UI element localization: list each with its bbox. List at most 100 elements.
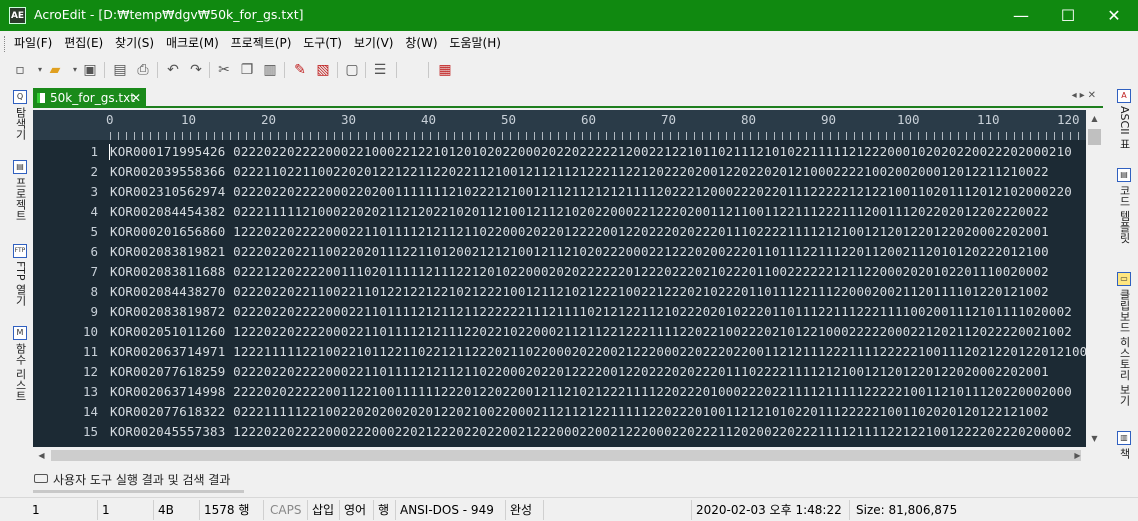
title-bar: AE AcroEdit - [D:₩temp₩dgv₩50k_for_gs.tx… — [0, 0, 1138, 31]
menu-grip — [4, 36, 7, 52]
text-line[interactable]: KOR002063714998 222202022222001122100111… — [110, 384, 1072, 399]
line-number: 7 — [90, 264, 98, 279]
vertical-scroll-thumb[interactable] — [1088, 129, 1101, 145]
status-column: 1 — [98, 500, 154, 520]
line-number: 8 — [90, 284, 98, 299]
scroll-up-icon[interactable]: ▲ — [1086, 110, 1103, 127]
ruler-label: 60 — [581, 112, 597, 127]
ruler-label: 80 — [741, 112, 757, 127]
ruler-label: 70 — [661, 112, 677, 127]
line-number: 2 — [90, 164, 98, 179]
save-icon[interactable]: ▣ — [80, 60, 100, 80]
open-folder-icon[interactable]: ▰ — [45, 60, 65, 80]
ascii-icon: A — [1117, 89, 1131, 103]
text-line[interactable]: KOR002051011260 122202202222000221101111… — [110, 324, 1072, 339]
status-datetime: 2020-02-03 오후 1:48:22 — [692, 500, 850, 520]
toolbar: ▫ ▾ ▰ ▾ ▣ ▤ ⎙ ↶ ↷ ✂ ❐ ▥ ✎ ▧ ▢ ☰ ▦ — [0, 56, 1138, 84]
horizontal-scroll-thumb[interactable] — [51, 450, 1081, 461]
document-icon[interactable]: ▢ — [342, 60, 362, 80]
sidebar-tab-ftp[interactable]: FTP FTP 열기 — [8, 244, 28, 306]
menu-window[interactable]: 창(W) — [401, 31, 441, 56]
sidebar-tab-clipboard-history[interactable]: ▭ 클립보드 히스토리 보기 — [1112, 272, 1132, 406]
tab-50k-for-gs[interactable]: 50k_for_gs.txt ✕ — [33, 88, 146, 108]
text-line[interactable]: KOR002084438270 022202202211002211012212… — [110, 284, 1049, 299]
menu-bar: 파일(F) 편집(E) 찾기(S) 매크로(M) 프로젝트(P) 도구(T) 보… — [0, 31, 1138, 56]
status-insert-mode[interactable]: 삽입 — [308, 500, 340, 520]
sidebar-tab-project[interactable]: ▤ 프로젝트 — [8, 160, 28, 221]
cut-icon[interactable]: ✂ — [214, 60, 234, 80]
status-encoding[interactable]: ANSI-DOS - 949 — [396, 500, 506, 520]
menu-project[interactable]: 프로젝트(P) — [227, 31, 296, 56]
text-line[interactable]: KOR002077618259 022202202222000221101111… — [110, 364, 1049, 379]
text-editor[interactable]: 0 10 20 30 40 50 60 70 80 90 100 110 120… — [33, 110, 1103, 447]
column-ruler: 0 10 20 30 40 50 60 70 80 90 100 110 120 — [33, 110, 1086, 140]
calendar-icon[interactable]: ▦ — [435, 60, 455, 80]
sidebar-tab-function-list[interactable]: M 함수 리스트 — [8, 326, 28, 402]
ruler-ticks — [110, 132, 1086, 140]
text-line[interactable]: KOR000201656860 122202202222000221101111… — [110, 224, 1049, 239]
line-number-gutter: 1 2 3 4 5 6 7 8 9 10 11 12 13 14 15 — [33, 140, 103, 447]
new-file-icon[interactable]: ▫ — [10, 60, 30, 80]
close-button[interactable]: ✕ — [1091, 0, 1137, 31]
text-line[interactable]: KOR002084454382 022211111210002202021121… — [110, 204, 1049, 219]
sidebar-tab-book[interactable]: ▥책 — [1112, 431, 1132, 459]
text-file-icon — [37, 93, 45, 103]
text-line[interactable]: KOR002083811688 022212202222001110201111… — [110, 264, 1049, 279]
menu-file[interactable]: 파일(F) — [10, 31, 56, 56]
text-area[interactable]: KOR000171995426 022202202222000221000221… — [108, 140, 1086, 447]
output-panel-label: 사용자 도구 실행 결과 및 검색 결과 — [53, 473, 231, 487]
text-line[interactable]: KOR002077618322 022211111221002202020020… — [110, 404, 1049, 419]
text-line[interactable]: KOR000171995426 022202202222000221000221… — [110, 144, 1072, 159]
minimize-button[interactable]: — — [998, 0, 1044, 31]
menu-tools[interactable]: 도구(T) — [299, 31, 346, 56]
horizontal-scrollbar[interactable]: ◀ ▶ — [33, 447, 1103, 464]
tab-label: 50k_for_gs.txt — [50, 91, 135, 105]
sidebar-tab-label: 함수 리스트 — [14, 343, 27, 402]
maximize-button[interactable]: ☐ — [1045, 0, 1091, 31]
sidebar-tab-explorer[interactable]: Q 탐색기 — [8, 90, 28, 140]
highlight-icon[interactable]: ✎ — [290, 60, 310, 80]
sidebar-tab-ascii[interactable]: A ASCII 표 — [1112, 89, 1132, 149]
line-number: 14 — [82, 404, 98, 419]
menu-view[interactable]: 보기(V) — [350, 31, 398, 56]
text-line[interactable]: KOR002310562974 022202202222000220200111… — [110, 184, 1072, 199]
scroll-left-icon[interactable]: ◀ — [33, 447, 50, 464]
menu-help[interactable]: 도움말(H) — [445, 31, 505, 56]
text-line[interactable]: KOR002039558366 022211022110022020122122… — [110, 164, 1049, 179]
redo-icon[interactable]: ↷ — [186, 60, 206, 80]
print-preview-icon[interactable]: ▤ — [110, 60, 130, 80]
status-empty — [544, 500, 692, 520]
status-caps: CAPS — [266, 500, 308, 520]
copy-icon[interactable]: ❐ — [237, 60, 257, 80]
sidebar-tab-code-template[interactable]: ▤ 코드 템플릿 — [1112, 168, 1132, 244]
ruler-label: 110 — [977, 112, 1000, 127]
list-icon[interactable]: ☰ — [370, 60, 390, 80]
text-line[interactable]: KOR002083819872 022202202222000221101111… — [110, 304, 1072, 319]
close-tab-icon[interactable]: ✕ — [131, 88, 141, 108]
undo-icon[interactable]: ↶ — [163, 60, 183, 80]
bookmark-icon[interactable]: ▧ — [313, 60, 333, 80]
status-file-size: Size: 81,806,875 — [856, 503, 958, 517]
scroll-down-icon[interactable]: ▼ — [1086, 430, 1103, 447]
scroll-right-icon[interactable]: ▶ — [1069, 447, 1086, 464]
paste-icon[interactable]: ▥ — [260, 60, 280, 80]
menu-edit[interactable]: 편집(E) — [60, 31, 107, 56]
ftp-icon: FTP — [13, 244, 27, 258]
toolbar-separator — [104, 62, 105, 78]
status-line-mode: 행 — [374, 500, 396, 520]
print-icon[interactable]: ⎙ — [133, 60, 153, 80]
line-number: 9 — [90, 304, 98, 319]
ruler-label: 120 — [1057, 112, 1080, 127]
magnifier-icon: Q — [13, 90, 27, 104]
vertical-scrollbar[interactable]: ▲ ▼ — [1086, 110, 1103, 447]
text-line[interactable]: KOR002063714971 122211111221002210112211… — [110, 344, 1086, 359]
tab-scroll-arrows[interactable]: ◂▸✕ — [1072, 90, 1099, 101]
menu-macro[interactable]: 매크로(M) — [162, 31, 223, 56]
toolbar-separator — [428, 62, 429, 78]
menu-find[interactable]: 찾기(S) — [111, 31, 158, 56]
sidebar-tab-label: 프로젝트 — [14, 177, 27, 221]
output-panel-tab[interactable]: 사용자 도구 실행 결과 및 검색 결과 — [33, 466, 1103, 494]
text-line[interactable]: KOR002045557383 122202202222000222000220… — [110, 424, 1072, 439]
status-line-count: 1578 행 — [200, 500, 264, 520]
text-line[interactable]: KOR002083819821 022202202211002202011122… — [110, 244, 1049, 259]
